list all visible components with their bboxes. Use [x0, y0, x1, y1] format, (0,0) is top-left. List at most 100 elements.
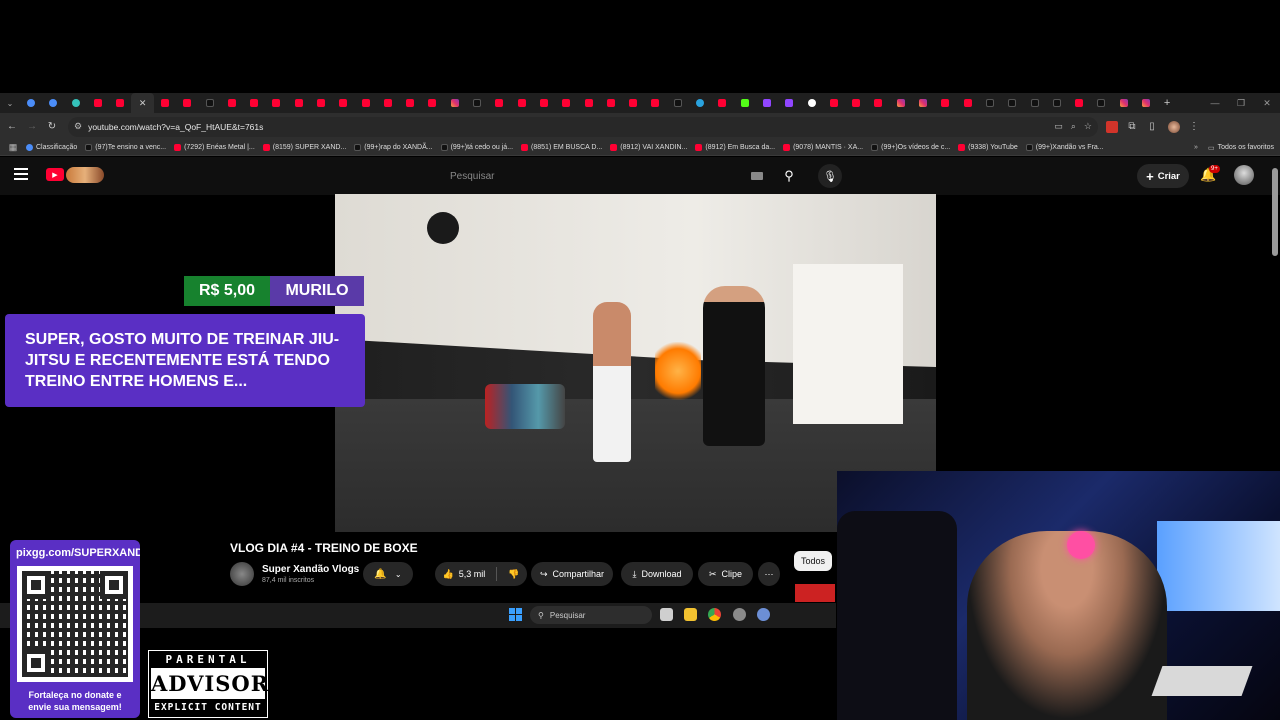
bookmark-item[interactable]: (99+)Xandão vs Fra...	[1025, 144, 1104, 151]
filter-chip-todos[interactable]: Todos	[794, 551, 832, 571]
browser-tab[interactable]	[823, 93, 845, 113]
voice-search-button[interactable]: 🎙	[818, 164, 842, 188]
browser-tab[interactable]	[778, 93, 800, 113]
browser-tab[interactable]	[1135, 93, 1157, 113]
browser-tab[interactable]	[1068, 93, 1090, 113]
windows-start-icon[interactable]	[509, 608, 522, 621]
browser-tab[interactable]	[934, 93, 956, 113]
browser-tab[interactable]	[890, 93, 912, 113]
browser-tab[interactable]	[644, 93, 666, 113]
extension-icon[interactable]	[1106, 120, 1118, 133]
forward-icon[interactable]: →	[22, 121, 42, 132]
site-info-icon[interactable]: ⚙	[74, 121, 82, 132]
browser-tab[interactable]	[622, 93, 644, 113]
search-input[interactable]: Pesquisar	[440, 165, 770, 187]
restore-icon[interactable]: ❐	[1228, 93, 1254, 113]
bookmark-item[interactable]: (8912) Em Busca da...	[695, 144, 775, 151]
browser-tab[interactable]	[65, 93, 87, 113]
browser-tab[interactable]	[689, 93, 711, 113]
browser-tab[interactable]	[288, 93, 310, 113]
extensions-puzzle-icon[interactable]: ⧉	[1122, 121, 1142, 132]
browser-tab[interactable]	[1023, 93, 1045, 113]
create-button[interactable]: + Criar	[1137, 164, 1189, 188]
subscription-bell-button[interactable]: 🔔 ⌄	[363, 562, 413, 586]
browser-tab[interactable]	[533, 93, 555, 113]
browser-tab[interactable]	[1090, 93, 1112, 113]
task-view-icon[interactable]	[660, 608, 673, 621]
apps-grid-icon[interactable]: ▦	[0, 142, 26, 153]
browser-tab[interactable]	[198, 93, 220, 113]
bookmark-item[interactable]: (99+)tá cedo ou já...	[440, 144, 513, 151]
browser-tab[interactable]	[109, 93, 131, 113]
browser-tab[interactable]	[399, 93, 421, 113]
browser-tab[interactable]	[488, 93, 510, 113]
browser-tab[interactable]	[867, 93, 889, 113]
browser-tab[interactable]	[577, 93, 599, 113]
browser-tab[interactable]	[20, 93, 42, 113]
channel-avatar[interactable]	[230, 562, 254, 586]
new-tab-button[interactable]: +	[1157, 97, 1177, 109]
more-actions-button[interactable]: ⋯	[758, 562, 780, 586]
browser-tab[interactable]	[377, 93, 399, 113]
bookmark-item[interactable]: (7292) Enéas Metal |...	[174, 144, 255, 151]
browser-tab[interactable]	[800, 93, 822, 113]
bookmark-item[interactable]: (99+)Os vídeos de c...	[871, 144, 950, 151]
chrome-menu-icon[interactable]: ⋮	[1184, 121, 1204, 132]
bookmark-item[interactable]: (9078) MANTIS · XA...	[783, 144, 863, 151]
browser-tab[interactable]	[176, 93, 198, 113]
browser-tab[interactable]	[310, 93, 332, 113]
browser-tab[interactable]	[42, 93, 64, 113]
bookmark-item[interactable]: (8851) EM BUSCA D...	[521, 144, 602, 151]
reload-icon[interactable]: ↻	[42, 121, 62, 132]
browser-tab[interactable]	[600, 93, 622, 113]
recommended-thumbnail[interactable]	[795, 584, 835, 602]
zoom-icon[interactable]: ⌕	[1071, 121, 1076, 132]
browser-tab[interactable]	[1046, 93, 1068, 113]
browser-tab[interactable]	[667, 93, 689, 113]
browser-tab[interactable]	[1001, 93, 1023, 113]
bookmark-item[interactable]: (99+)rap do XANDÃ...	[354, 144, 433, 151]
file-explorer-icon[interactable]	[684, 608, 697, 621]
page-scrollbar[interactable]	[1272, 168, 1278, 256]
account-avatar[interactable]	[1234, 165, 1254, 185]
browser-tab[interactable]	[1113, 93, 1135, 113]
obs-icon[interactable]	[733, 608, 746, 621]
close-tab-icon[interactable]: ✕	[139, 98, 147, 109]
browser-tab[interactable]	[979, 93, 1001, 113]
browser-tab[interactable]	[511, 93, 533, 113]
browser-tab[interactable]	[154, 93, 176, 113]
bookmark-item[interactable]: (97)Te ensino a venc...	[85, 144, 166, 151]
youtube-doodle[interactable]	[66, 167, 104, 183]
browser-tab[interactable]	[555, 93, 577, 113]
browser-tab[interactable]	[421, 93, 443, 113]
download-button[interactable]: ⤓ Download	[621, 562, 693, 586]
bookmark-item[interactable]: Classificação	[26, 144, 77, 151]
keyboard-icon[interactable]	[751, 172, 763, 180]
share-button[interactable]: ↪ Compartilhar	[531, 562, 613, 586]
like-button[interactable]: 👍 5,3 mil	[443, 569, 486, 580]
browser-tab[interactable]	[466, 93, 488, 113]
bookmark-item[interactable]: (8912) VAI XANDIN...	[610, 144, 687, 151]
browser-tab[interactable]	[354, 93, 376, 113]
browser-tab[interactable]	[756, 93, 778, 113]
dislike-button[interactable]: 👎	[508, 569, 519, 580]
browser-tab[interactable]	[243, 93, 265, 113]
side-panel-icon[interactable]: ▯	[1142, 121, 1162, 132]
profile-avatar[interactable]	[1168, 120, 1180, 133]
browser-tab[interactable]	[332, 93, 354, 113]
tab-search-button[interactable]: ⌄	[0, 93, 20, 113]
back-icon[interactable]: ←	[2, 121, 22, 132]
chrome-icon[interactable]	[708, 608, 721, 621]
install-app-icon[interactable]: ▭	[1054, 121, 1063, 132]
taskbar-search[interactable]: ⚲ Pesquisar	[530, 606, 652, 624]
channel-name[interactable]: Super Xandão Vlogs	[262, 564, 359, 575]
bookmark-item[interactable]: (9338) YouTube	[958, 144, 1018, 151]
minimize-icon[interactable]: —	[1202, 93, 1228, 113]
browser-tab[interactable]	[444, 93, 466, 113]
bookmark-item[interactable]: (8159) SUPER XAND...	[262, 144, 346, 151]
browser-tab[interactable]: ✕	[131, 93, 154, 113]
more-bookmarks-icon[interactable]: »	[1194, 144, 1198, 151]
hamburger-menu-icon[interactable]	[14, 168, 28, 183]
browser-tab[interactable]	[734, 93, 756, 113]
browser-tab[interactable]	[87, 93, 109, 113]
